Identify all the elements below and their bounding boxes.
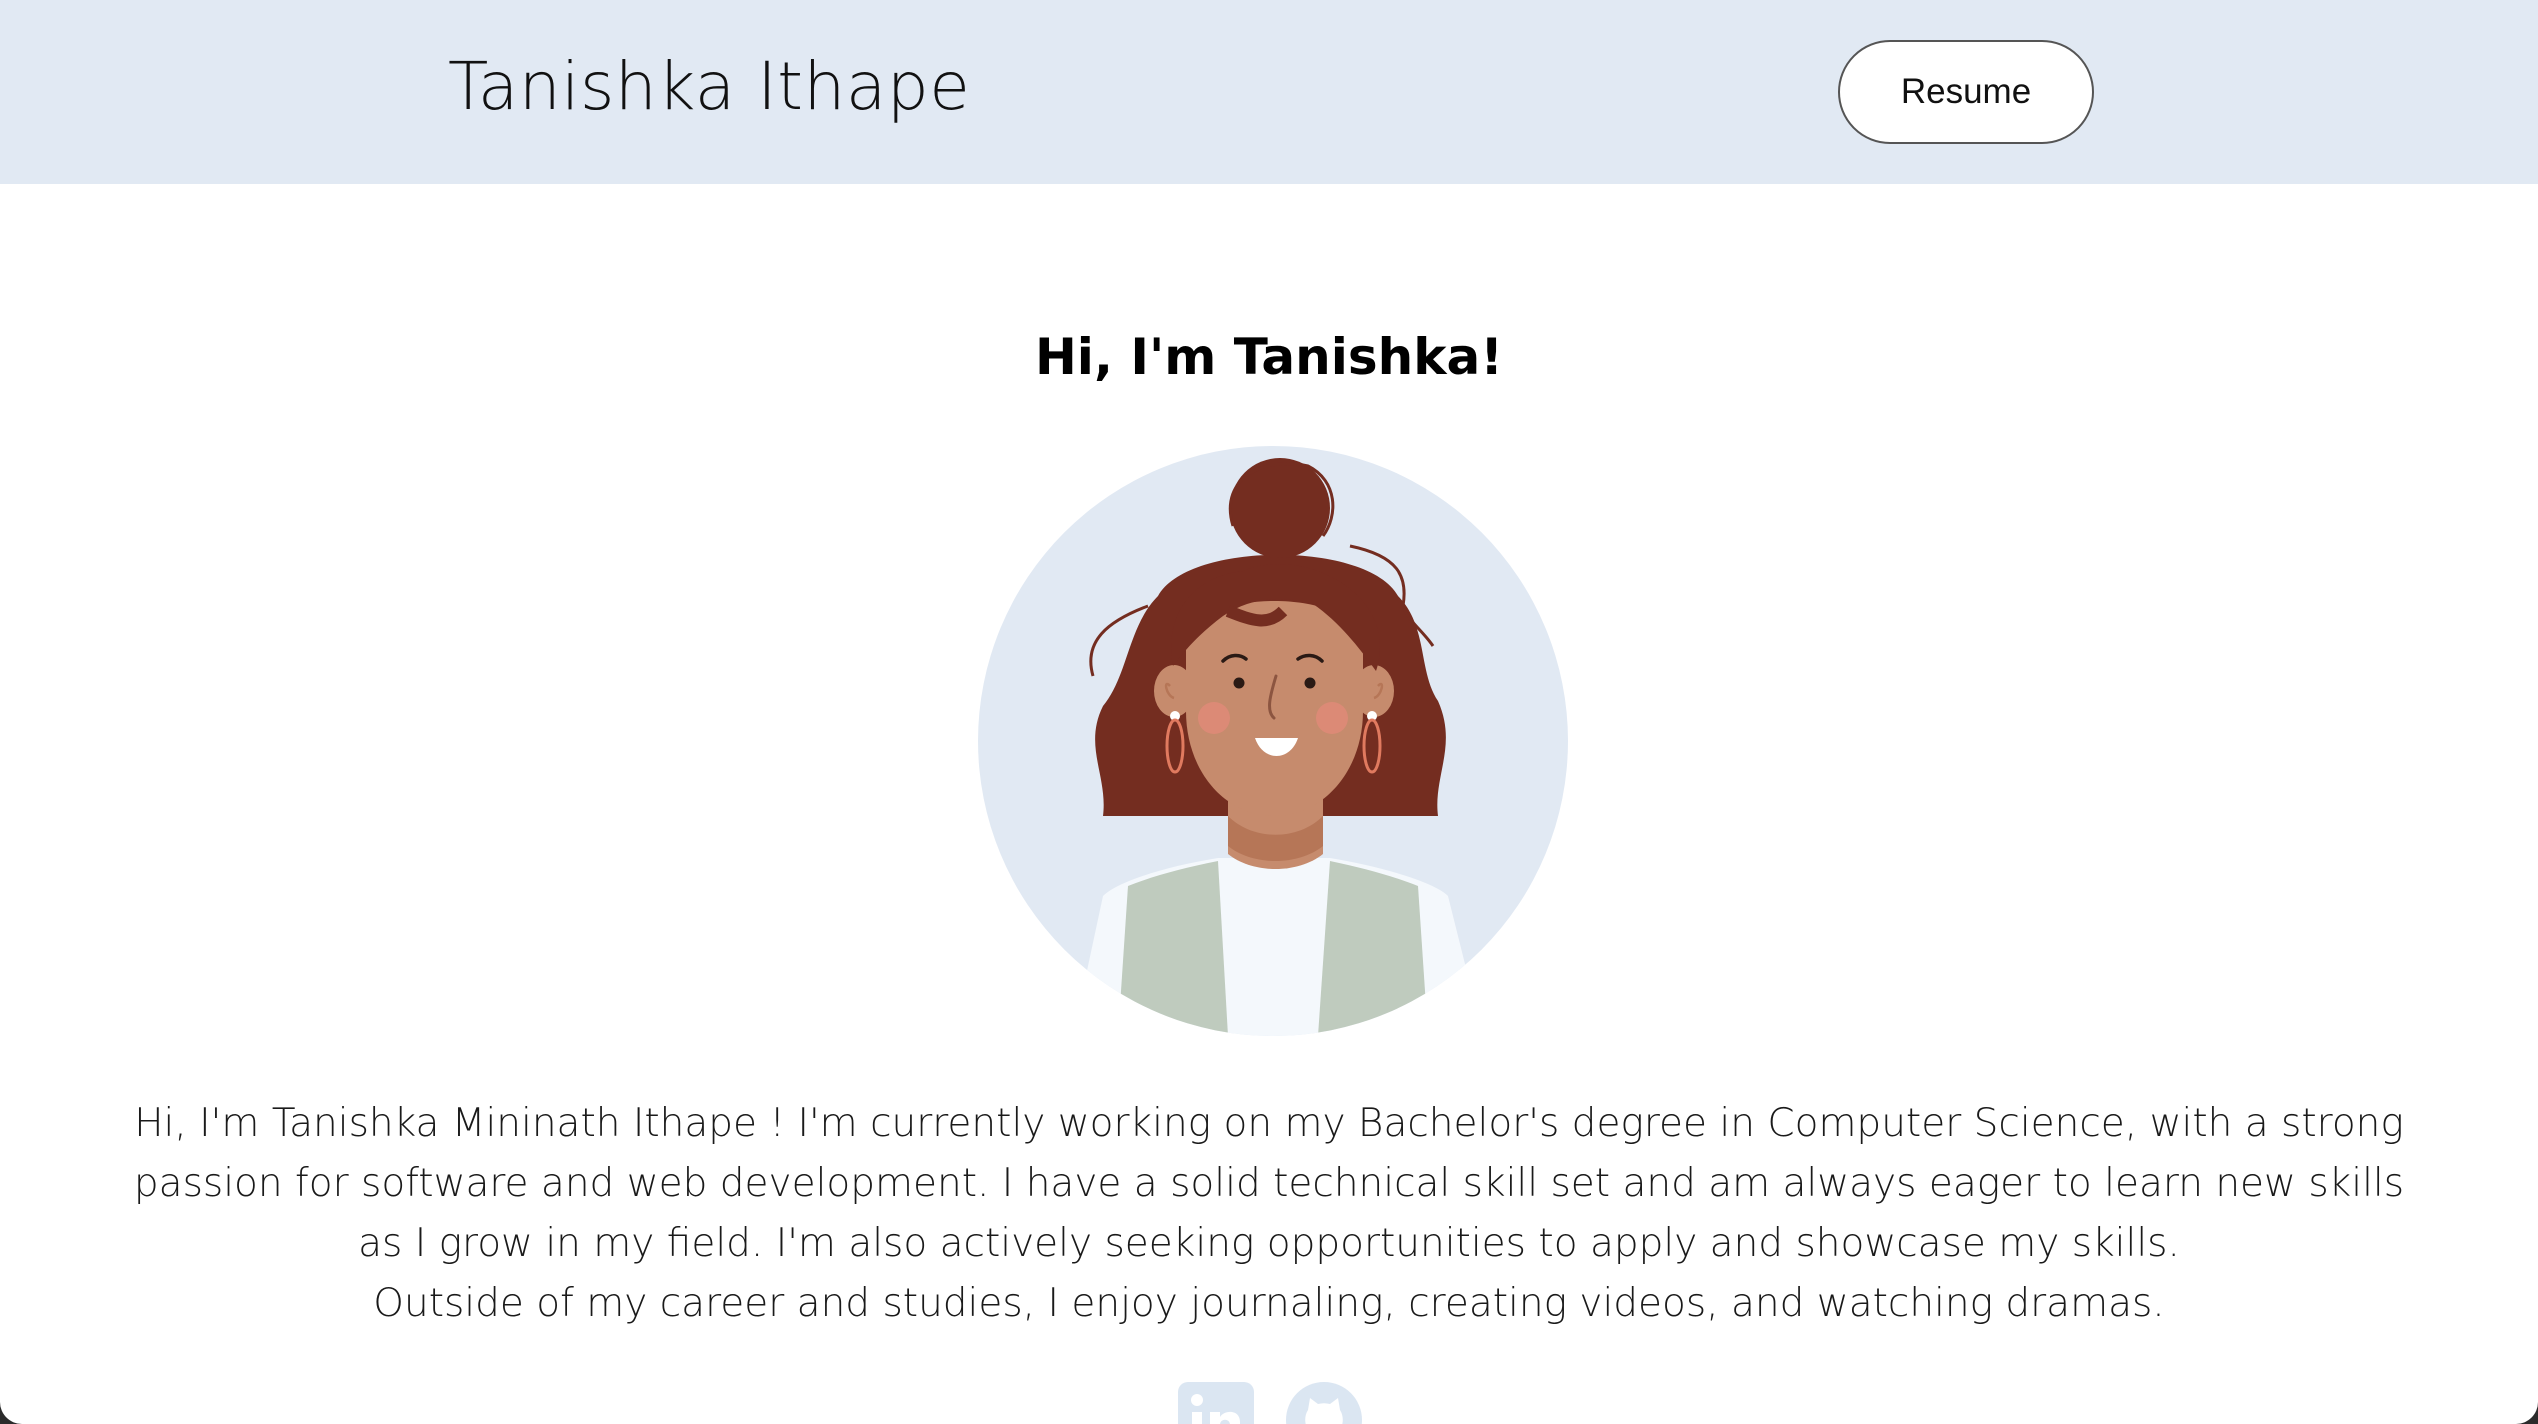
bio-paragraph-2: Outside of my career and studies, I enjo…	[373, 1281, 2165, 1326]
page-title: Hi, I'm Tanishka!	[1034, 328, 1504, 386]
portfolio-page: Tanishka Ithape Resume Hi, I'm Tanishka!	[0, 0, 2538, 1424]
social-links	[1176, 1380, 1364, 1424]
github-icon[interactable]	[1284, 1380, 1364, 1424]
bio-paragraph-1: Hi, I'm Tanishka Mininath Ithape ! I'm c…	[133, 1101, 2405, 1266]
navbar: Tanishka Ithape Resume	[0, 0, 2538, 184]
bio-text: Hi, I'm Tanishka Mininath Ithape ! I'm c…	[120, 1094, 2418, 1334]
woman-avatar-illustration	[978, 446, 1568, 1036]
brand-name[interactable]: Tanishka Ithape	[448, 48, 970, 125]
resume-button[interactable]: Resume	[1838, 40, 2094, 144]
linkedin-icon[interactable]	[1176, 1380, 1256, 1424]
